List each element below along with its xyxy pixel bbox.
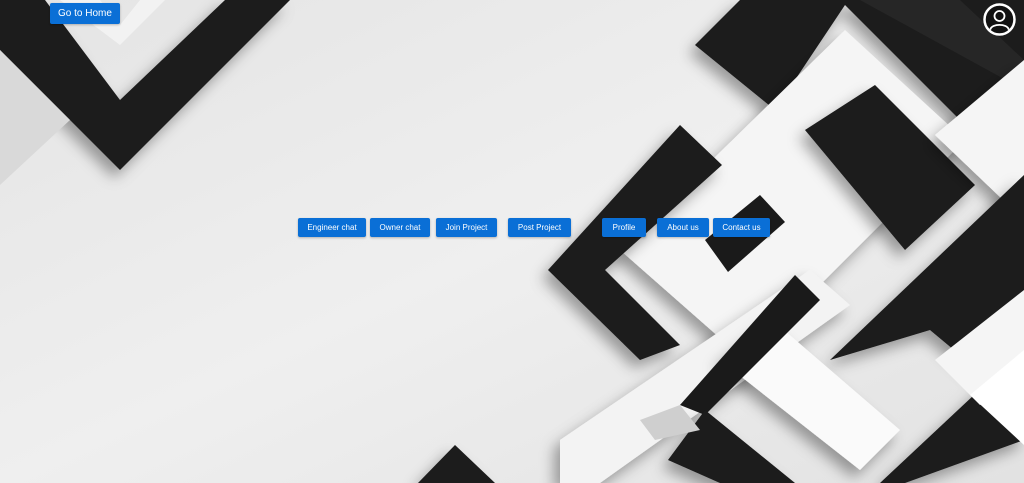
post-project-button[interactable]: Post Project [508,218,571,237]
page: Go to Home Engineer chat Owner chat Join… [0,0,1024,483]
profile-button[interactable]: Profile [602,218,646,237]
about-us-button[interactable]: About us [657,218,709,237]
geometric-background [0,0,1024,483]
engineer-chat-button[interactable]: Engineer chat [298,218,366,237]
go-to-home-button[interactable]: Go to Home [50,3,120,24]
owner-chat-button[interactable]: Owner chat [370,218,430,237]
user-icon[interactable] [983,3,1016,36]
join-project-button[interactable]: Join Project [436,218,497,237]
contact-us-button[interactable]: Contact us [713,218,770,237]
